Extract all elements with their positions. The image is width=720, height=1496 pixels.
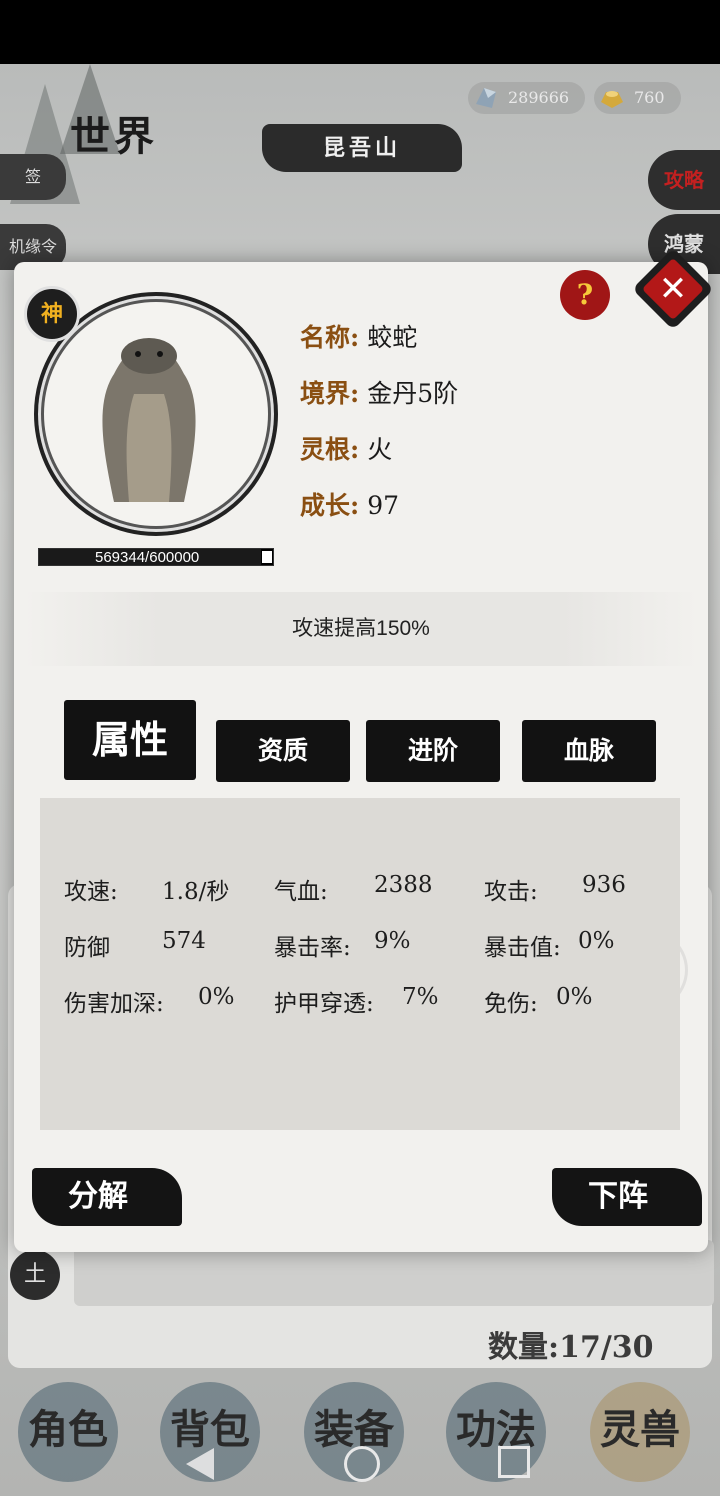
exp-bar-end (262, 551, 272, 563)
tab-aptitude[interactable]: 资质 (216, 720, 350, 782)
info-name-key: 名称: (300, 323, 360, 352)
close-icon[interactable]: ✕ (644, 260, 702, 318)
info-root-value: 火 (367, 435, 393, 464)
spirit-stone-value: 289666 (508, 88, 570, 107)
stat-value: 0% (578, 928, 615, 954)
gold-ingot-icon (601, 91, 623, 108)
help-button[interactable]: ? (560, 270, 610, 320)
stat-label: 暴击值: (484, 935, 561, 961)
exp-bar: 569344/600000 (38, 548, 274, 566)
stat-label: 攻击: (484, 879, 538, 905)
info-root-key: 灵根: (300, 435, 360, 464)
tab-bloodline[interactable]: 血脉 (522, 720, 656, 782)
info-name-value: 蛟蛇 (367, 323, 418, 352)
location-banner[interactable]: 昆吾山 (262, 124, 462, 172)
spirit-stone-icon (476, 88, 496, 108)
stat-label: 免伤: (484, 991, 538, 1017)
world-title: 世界 (70, 113, 158, 160)
tab-advance[interactable]: 进阶 (366, 720, 500, 782)
exp-text: 569344/600000 (95, 549, 200, 566)
back-icon[interactable] (186, 1448, 214, 1480)
divine-rank-badge: 神 (24, 286, 80, 342)
info-realm-value: 金丹5阶 (367, 379, 459, 408)
stat-value: 574 (162, 928, 206, 954)
home-icon[interactable] (344, 1446, 380, 1482)
stat-value: 7% (402, 984, 439, 1010)
stat-value: 936 (582, 872, 626, 898)
stat-label: 伤害加深: (64, 991, 164, 1017)
info-name-row: 名称: 蛟蛇 (300, 318, 417, 354)
stat-value: 2388 (374, 872, 433, 898)
gold-counter[interactable]: 760 (594, 82, 681, 114)
decompose-button[interactable]: 分解 (32, 1168, 182, 1226)
snake-portrait (102, 338, 196, 502)
stat-label: 防御 (64, 935, 110, 961)
stat-label: 暴击率: (274, 935, 351, 961)
side-item-sign[interactable]: 签 (0, 154, 66, 200)
stat-value: 9% (374, 928, 411, 954)
stat-value: 1.8/秒 (162, 879, 230, 905)
info-realm-key: 境界: (300, 379, 360, 408)
skill-description: 攻速提高150% (24, 592, 698, 666)
stat-label: 护甲穿透: (274, 991, 374, 1017)
beast-count-label: 数量:17/30 (488, 1330, 654, 1365)
stat-value: 0% (556, 984, 593, 1010)
stat-label: 气血: (274, 879, 328, 905)
info-growth-value: 97 (367, 491, 399, 520)
info-growth-row: 成长: 97 (300, 486, 399, 522)
stats-panel: 攻速: 1.8/秒 气血: 2388 攻击: 936 防御 574 暴击率: 9… (40, 798, 680, 1130)
stat-label: 攻速: (64, 879, 118, 905)
stat-value: 0% (198, 984, 235, 1010)
tab-attributes[interactable]: 属性 (64, 700, 196, 780)
gold-value: 760 (634, 88, 665, 107)
recent-apps-icon[interactable] (498, 1446, 530, 1478)
beast-detail-dialog: 神 569344/600000 名称: 蛟蛇 境界: 金丹5阶 灵根: 火 成长… (14, 247, 715, 1252)
spirit-stone-counter[interactable]: 289666 (468, 82, 586, 114)
info-root-row: 灵根: 火 (300, 430, 392, 466)
element-earth-badge: 土 (10, 1250, 60, 1300)
unassign-button[interactable]: 下阵 (552, 1168, 702, 1226)
strategy-button[interactable]: 攻略 (648, 150, 720, 210)
info-realm-row: 境界: 金丹5阶 (300, 374, 458, 410)
status-bar (0, 0, 720, 64)
info-growth-key: 成长: (300, 491, 360, 520)
